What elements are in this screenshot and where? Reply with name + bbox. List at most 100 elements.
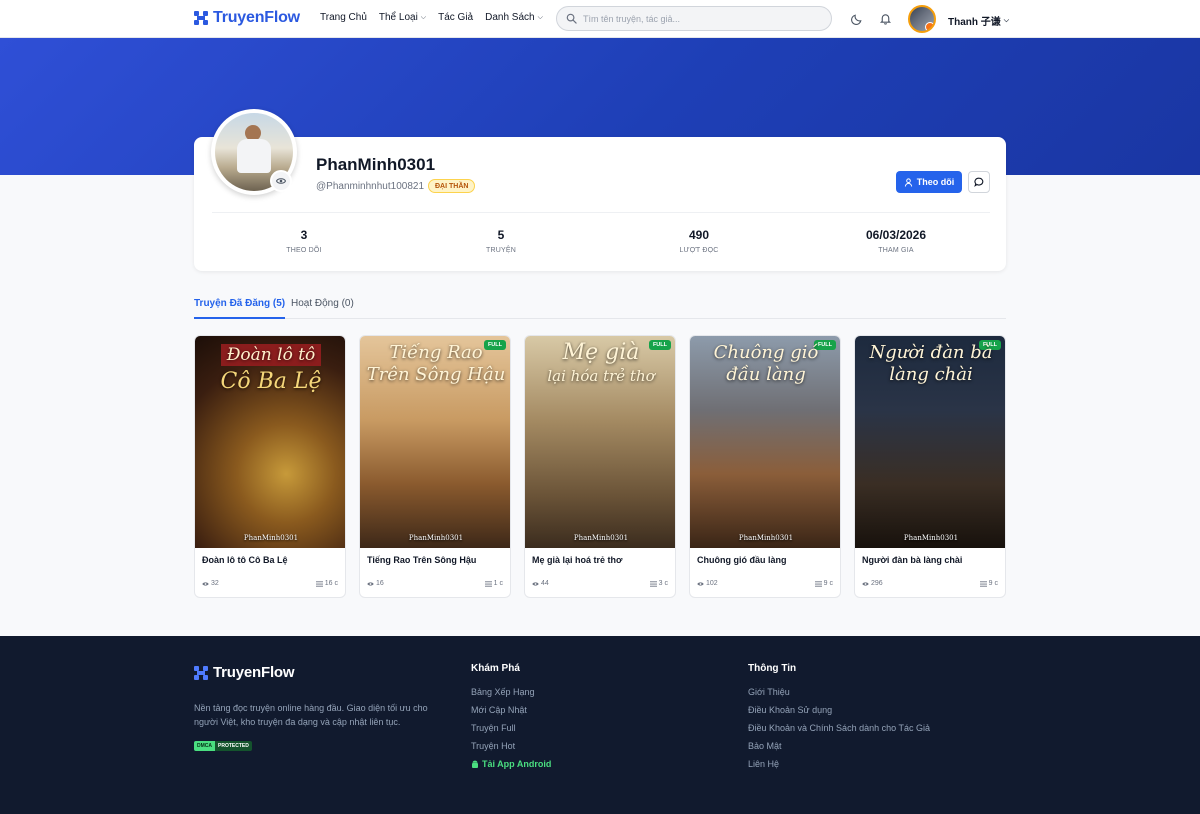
bell-icon[interactable] xyxy=(877,10,893,26)
chapters: 1 c xyxy=(484,580,503,587)
moon-icon[interactable] xyxy=(849,10,865,26)
user-name: Thanh 子谦 xyxy=(948,17,1001,28)
nav-authors[interactable]: Tác Giả xyxy=(438,12,473,23)
info-heading: Thông Tin xyxy=(748,663,797,674)
footer-link-about[interactable]: Giới Thiệu xyxy=(748,687,790,697)
site-footer: TruyenFlow Nền tảng đọc truyện online hà… xyxy=(0,636,1200,814)
views-count: 102 xyxy=(706,580,718,587)
footer-description: Nền tảng đọc truyện online hàng đầu. Gia… xyxy=(194,703,428,727)
story-card[interactable]: FULL Mẹ già lại hóa trẻ thơ PhanMinh0301… xyxy=(524,335,676,598)
story-title: Chuông gió đầu làng xyxy=(697,555,787,565)
story-title: Tiếng Rao Trên Sông Hậu xyxy=(367,555,477,565)
cover-title-line: Chuông gió xyxy=(713,342,819,363)
cover-title-line: Mẹ già xyxy=(562,340,640,365)
stat-joined: 06/03/2026 THAM GIA xyxy=(836,228,956,254)
brand-logo[interactable]: TruyenFlow xyxy=(194,9,300,27)
views: 16 xyxy=(367,580,384,587)
nav-authors-label: Tác Giả xyxy=(438,12,474,23)
footer-brand-name: TruyenFlow xyxy=(213,664,295,681)
follow-button[interactable]: Theo dõi xyxy=(896,171,962,193)
user-avatar[interactable] xyxy=(908,5,936,33)
footer-link-rankings[interactable]: Bảng Xếp Hạng xyxy=(471,687,535,697)
stat-value: 5 xyxy=(497,228,505,242)
views: 44 xyxy=(532,580,549,587)
chapters: 3 c xyxy=(649,580,668,587)
eye-icon xyxy=(697,581,704,586)
views: 32 xyxy=(202,580,219,587)
cover-author: PhanMinh0301 xyxy=(738,534,794,542)
footer-link-author-policy[interactable]: Điều Khoản và Chính Sách dành cho Tác Gi… xyxy=(748,723,930,733)
cover-title-line: Cô Ba Lệ xyxy=(220,369,322,394)
chevron-down-icon: ⌵ xyxy=(537,13,543,21)
story-meta: 16 1 c xyxy=(367,580,503,587)
search-box xyxy=(556,6,832,31)
story-card[interactable]: Đoàn lô tô Cô Ba Lệ PhanMinh0301 Đoàn lô… xyxy=(194,335,346,598)
views: 296 xyxy=(862,580,883,587)
footer-link-contact[interactable]: Liên Hệ xyxy=(748,759,779,769)
cover-title-line: làng chài xyxy=(889,364,973,385)
chapters-count: 1 c xyxy=(493,580,503,587)
stat-value: 490 xyxy=(688,228,710,242)
dmca-badge[interactable]: DMCA PROTECTED xyxy=(194,741,252,751)
footer-link-latest[interactable]: Mới Cập Nhật xyxy=(471,705,527,715)
explore-heading: Khám Phá xyxy=(471,663,520,674)
stat-label: THEO DÕI xyxy=(286,247,322,254)
nav-lists[interactable]: Danh Sách ⌵ xyxy=(485,12,543,23)
footer-link-privacy[interactable]: Bảo Mật xyxy=(748,741,782,751)
cover-title: Tiếng Rao Trên Sông Hậu xyxy=(360,342,510,386)
eye-icon xyxy=(532,581,539,586)
eye-icon[interactable] xyxy=(270,170,292,192)
stat-value: 3 xyxy=(300,228,308,242)
list-icon xyxy=(484,580,492,587)
footer-link-full[interactable]: Truyện Full xyxy=(471,723,516,733)
views-count: 44 xyxy=(541,580,549,587)
cover-title-line: lại hóa trẻ thơ xyxy=(547,367,655,385)
cover-author: PhanMinh0301 xyxy=(903,534,959,542)
chapters-count: 9 c xyxy=(988,580,998,587)
story-card[interactable]: FULL Tiếng Rao Trên Sông Hậu PhanMinh030… xyxy=(359,335,511,598)
views-count: 32 xyxy=(211,580,219,587)
chapters: 9 c xyxy=(814,580,833,587)
chevron-down-icon: ⌵ xyxy=(1003,16,1010,24)
footer-link-hot[interactable]: Truyện Hot xyxy=(471,741,515,751)
search-icon xyxy=(566,13,577,24)
stat-label: TRUYỆN xyxy=(486,247,516,254)
story-title: Mẹ già lại hoá trẻ thơ xyxy=(532,555,623,565)
list-icon xyxy=(979,580,987,587)
stat-label: LƯỢT ĐỌC xyxy=(679,247,719,254)
story-cover: FULL Tiếng Rao Trên Sông Hậu PhanMinh030… xyxy=(360,336,510,548)
cover-title-line: đầu làng xyxy=(726,364,806,385)
user-add-icon xyxy=(904,177,912,187)
logo-icon xyxy=(194,11,208,25)
tab-activity[interactable]: Hoạt Động (0) xyxy=(291,298,354,319)
user-menu[interactable]: Thanh 子谦 ⌵ xyxy=(948,13,1010,29)
footer-logo[interactable]: TruyenFlow xyxy=(194,664,295,681)
nav-genres[interactable]: Thể Loại ⌵ xyxy=(379,12,426,23)
stat-following: 3 THEO DÕI xyxy=(244,228,364,254)
eye-icon xyxy=(862,581,869,586)
story-meta: 102 9 c xyxy=(697,580,833,587)
dmca-protected: PROTECTED xyxy=(215,741,252,751)
cover-author: PhanMinh0301 xyxy=(573,534,629,542)
story-card[interactable]: FULL Chuông gió đầu làng PhanMinh0301 Ch… xyxy=(689,335,841,598)
story-card[interactable]: FULL Người đàn bà làng chài PhanMinh0301… xyxy=(854,335,1006,598)
android-icon xyxy=(472,760,478,768)
profile-name: PhanMinh0301 xyxy=(316,155,436,174)
eye-icon xyxy=(367,581,374,586)
nav-home[interactable]: Trang Chủ xyxy=(320,12,367,23)
cover-author: PhanMinh0301 xyxy=(408,534,464,542)
footer-link-android-app[interactable]: Tải App Android xyxy=(471,759,551,769)
cover-author: PhanMinh0301 xyxy=(243,534,299,542)
views: 102 xyxy=(697,580,718,587)
story-meta: 296 9 c xyxy=(862,580,998,587)
tab-published-stories[interactable]: Truyện Đã Đăng (5) xyxy=(194,298,286,319)
dmca-label: DMCA xyxy=(194,741,215,751)
nav-lists-label: Danh Sách xyxy=(485,12,535,23)
profile-handle: @Phanminhnhut100821 xyxy=(316,181,425,192)
chapters: 9 c xyxy=(979,580,998,587)
search-input[interactable] xyxy=(583,13,813,24)
footer-link-terms[interactable]: Điều Khoản Sử dụng xyxy=(748,705,832,715)
views-count: 16 xyxy=(376,580,384,587)
message-button[interactable] xyxy=(968,171,990,193)
rank-badge: ĐẠI THẦN xyxy=(428,179,476,193)
